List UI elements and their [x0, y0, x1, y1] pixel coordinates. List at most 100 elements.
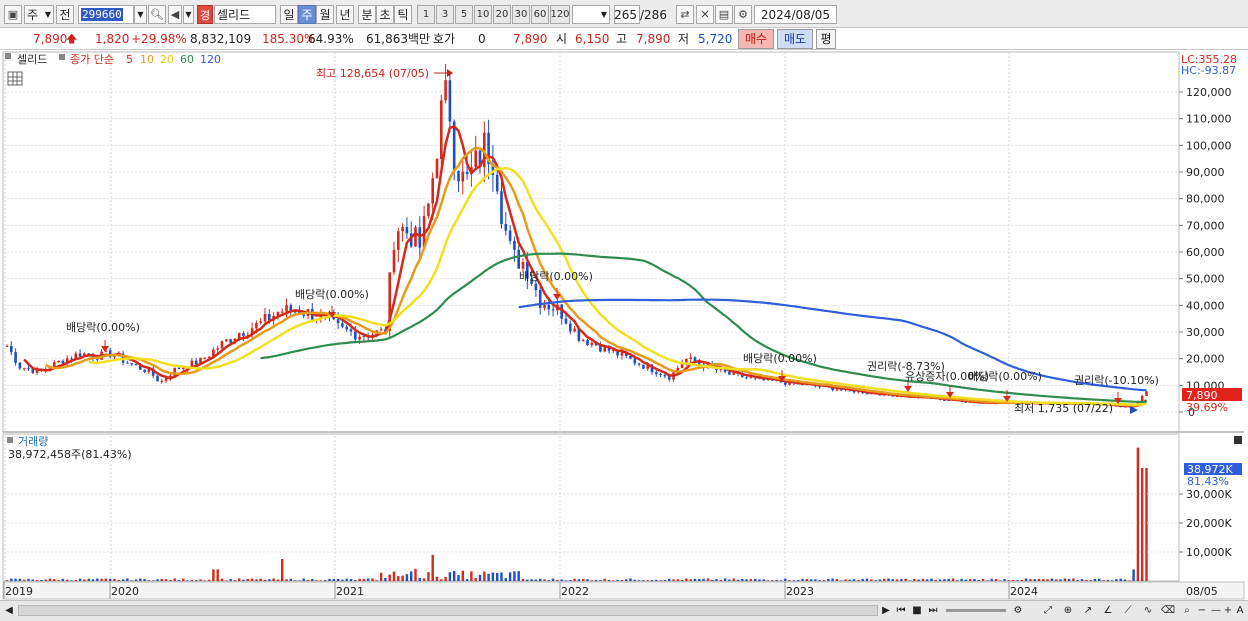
interval-30[interactable]: 30	[512, 5, 530, 24]
candle-body	[1145, 391, 1148, 396]
price-change: 1,820	[95, 32, 130, 46]
zoom-in-icon[interactable]: +	[1222, 603, 1234, 619]
magnet-icon[interactable]: ⊕	[1060, 603, 1076, 619]
volume-bar	[422, 578, 426, 581]
close-panel-icon[interactable]	[1234, 436, 1242, 444]
volume-bar	[844, 579, 847, 581]
volume-bar	[599, 580, 602, 581]
save-icon[interactable]: ▤	[715, 5, 733, 24]
candle-body	[457, 170, 460, 182]
tool-icon[interactable]: ✕	[696, 5, 714, 24]
draw-line-icon[interactable]: ↗	[1080, 603, 1096, 619]
market-select[interactable]: 주 ▼	[24, 5, 54, 24]
volume-bar	[792, 580, 796, 581]
volume-bar	[160, 578, 163, 581]
zoom-icon[interactable]: ⌕	[1180, 603, 1194, 619]
volume-bar	[1132, 569, 1135, 581]
turnover-rate: 64.93%	[308, 32, 354, 46]
time-axis-bg	[2, 581, 1245, 600]
interval-120[interactable]: 120	[550, 5, 570, 24]
search-icon[interactable]: 🔍︎	[148, 5, 166, 24]
interval-60[interactable]: 60	[531, 5, 549, 24]
speaker-dropdown-icon[interactable]: ▼	[183, 5, 194, 24]
date-field[interactable]: 2024/08/05	[754, 5, 837, 24]
volume-bar	[23, 579, 26, 581]
candle-body	[10, 345, 13, 353]
volume-bar	[1123, 579, 1127, 581]
scroll-right-icon[interactable]: ▶	[880, 603, 892, 619]
candle-body	[637, 363, 641, 365]
period-second[interactable]: 초	[376, 5, 394, 24]
volume-bar	[44, 579, 47, 581]
volume-bar	[1037, 578, 1041, 581]
volume-tick-label: 10,000K	[1186, 546, 1232, 559]
volume-bar	[693, 578, 697, 581]
volume-bar	[947, 578, 950, 581]
interval-5[interactable]: 5	[455, 5, 473, 24]
volume-bar	[1072, 578, 1075, 581]
eraser-icon[interactable]: ⌫	[1160, 603, 1176, 619]
price-tick-label: 20,000	[1186, 353, 1225, 366]
zoom-out-icon[interactable]: −	[1196, 603, 1208, 619]
zoom-slider[interactable]	[946, 609, 1006, 612]
zoom-fit-icon[interactable]: ⤢	[1040, 603, 1056, 619]
candle-body	[835, 389, 839, 391]
draw-curve-icon[interactable]: ∿	[1140, 603, 1156, 619]
auto-scale-icon[interactable]: A	[1234, 603, 1246, 619]
volume-bar	[543, 579, 546, 581]
draw-trend-icon[interactable]: ⟋	[1120, 603, 1136, 619]
first-page-icon[interactable]: ⏮	[894, 603, 908, 619]
stock-name-field[interactable]: 셀리드	[214, 5, 276, 24]
speaker-icon[interactable]: ◀	[168, 5, 182, 24]
volume-bar	[1020, 579, 1023, 581]
tool-icon[interactable]: ⚙	[1010, 603, 1026, 619]
volume-bar	[1102, 580, 1105, 581]
prev-button[interactable]: 전	[56, 5, 74, 24]
volume-bar	[1042, 579, 1045, 581]
zoom-line-icon[interactable]: —	[1210, 603, 1222, 619]
scroll-track[interactable]	[18, 605, 878, 616]
volume-bar	[306, 579, 310, 581]
display-count-input[interactable]: 265	[614, 5, 640, 24]
volume-bar	[281, 558, 284, 581]
table-icon[interactable]	[7, 71, 23, 86]
period-week[interactable]: 주	[298, 5, 316, 24]
interval-3[interactable]: 3	[436, 5, 454, 24]
link-icon[interactable]: ⇄	[676, 5, 694, 24]
chart-svg[interactable]: 120,000 110,000 100,000 90,000 80,000 70,000 6…	[0, 50, 1248, 601]
period-tick[interactable]: 틱	[394, 5, 412, 24]
volume-bar	[384, 577, 387, 581]
volume-bar	[1076, 580, 1079, 581]
period-day[interactable]: 일	[280, 5, 298, 24]
sell-button[interactable]: 매도	[777, 29, 813, 49]
volume-bar	[207, 579, 211, 581]
stop-icon[interactable]: ■	[910, 603, 924, 619]
volume-bar	[1067, 578, 1071, 581]
chart-area: 120,000 110,000 100,000 90,000 80,000 70,000 6…	[0, 50, 1248, 601]
buy-button[interactable]: 매수	[738, 29, 774, 49]
volume-bar	[814, 579, 817, 581]
volume-bar	[1055, 579, 1058, 581]
candle-body	[242, 333, 245, 336]
scroll-left-icon[interactable]: ◀	[3, 603, 15, 619]
period-year[interactable]: 년	[336, 5, 354, 24]
volume-bar	[109, 578, 112, 581]
last-page-icon[interactable]: ⏭	[926, 603, 940, 619]
gear-icon[interactable]: ⚙	[734, 5, 752, 24]
interval-10[interactable]: 10	[474, 5, 492, 24]
period-minute[interactable]: 분	[358, 5, 376, 24]
custom-interval-select[interactable]: ▼	[572, 5, 610, 24]
period-month[interactable]: 월	[316, 5, 334, 24]
evaluate-button[interactable]: 평	[816, 29, 836, 49]
candle-body	[5, 345, 9, 347]
layout-icon[interactable]: ▣	[4, 5, 22, 24]
open-price: 6,150	[575, 32, 610, 46]
code-dropdown-icon[interactable]: ▼	[134, 5, 147, 24]
volume-bar	[427, 572, 430, 581]
volume-bar	[440, 579, 443, 581]
volume-bar	[457, 575, 460, 581]
draw-angle-icon[interactable]: ∠	[1100, 603, 1116, 619]
interval-1[interactable]: 1	[417, 5, 435, 24]
interval-20[interactable]: 20	[493, 5, 511, 24]
stock-code-input[interactable]: 299660	[78, 5, 134, 24]
